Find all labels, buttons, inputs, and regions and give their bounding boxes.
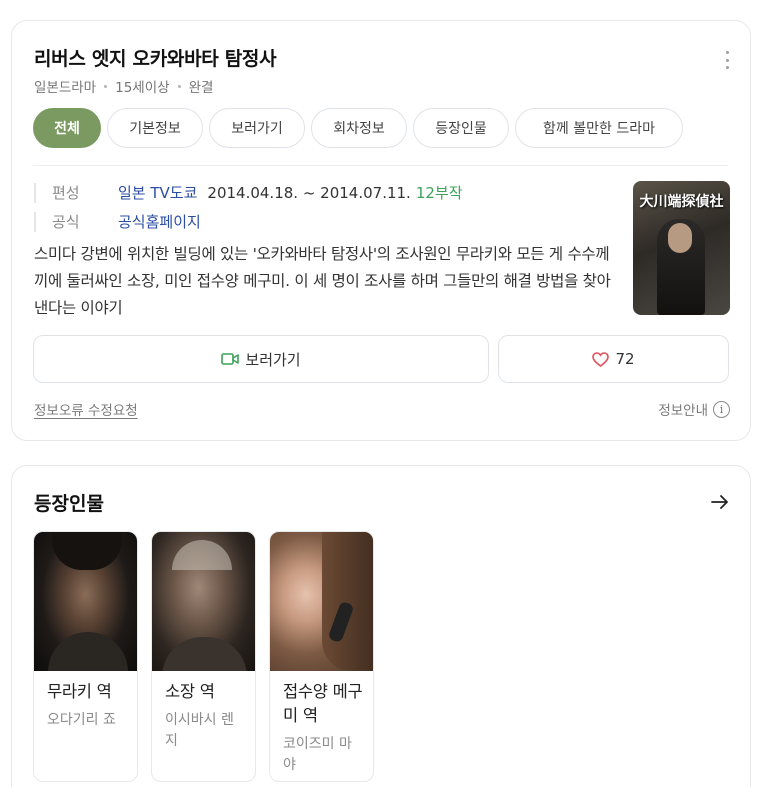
broadcast-row: 편성 일본 TV도쿄 2014.04.18. ~ 2014.07.11. 12부… (34, 182, 463, 203)
drama-title: 리버스 엣지 오카와바타 탐정사 (34, 48, 277, 70)
separator-dot (104, 84, 108, 88)
synopsis: 스미다 강변에 위치한 빌딩에 있는 '오카와바타 탐정사'의 조사원인 무라키… (34, 245, 611, 317)
like-count: 72 (615, 350, 635, 368)
broadcast-period: 2014.04.18. ~ 2014.07.11. (207, 183, 411, 202)
drama-meta: 일본드라마 15세이상 완결 (34, 76, 213, 96)
cast-item[interactable]: 소장 역 이시바시 렌지 (151, 531, 256, 782)
cast-card: 등장인물 무라키 역 오다기리 죠 소장 역 이시바시 렌지 접수양 메구미 역… (11, 465, 751, 787)
cast-photo (34, 532, 137, 671)
like-button[interactable]: 72 (498, 335, 729, 383)
cast-photo (152, 532, 255, 671)
cast-actor: 오다기리 죠 (47, 712, 116, 728)
cast-actor: 이시바시 렌지 (165, 712, 234, 749)
official-homepage-link[interactable]: 공식홈페이지 (118, 211, 201, 232)
info-guide-label: 정보안내 (658, 403, 708, 419)
tab-characters[interactable]: 등장인물 (413, 108, 509, 148)
meta-rating: 15세이상 (115, 80, 170, 96)
more-vertical-icon[interactable] (724, 51, 730, 69)
tab-recommended[interactable]: 함께 볼만한 드라마 (515, 108, 683, 148)
heart-icon (592, 351, 610, 367)
arrow-right-icon[interactable] (710, 494, 730, 510)
official-row: 공식 공식홈페이지 (34, 211, 201, 232)
cast-photo (270, 532, 373, 671)
episode-count[interactable]: 12부작 (416, 182, 463, 203)
cast-section-title: 등장인물 (34, 493, 104, 515)
poster-face (668, 223, 692, 253)
meta-genre: 일본드라마 (34, 80, 97, 96)
drama-poster[interactable]: 大川端探偵社 (633, 181, 730, 315)
watch-button-label: 보러가기 (245, 350, 301, 369)
cast-actor: 코이즈미 마야 (283, 736, 352, 773)
broadcast-network-link[interactable]: 일본 TV도쿄 (118, 182, 197, 203)
drama-info-card: 리버스 엣지 오카와바타 탐정사 일본드라마 15세이상 완결 전체 기본정보 … (11, 20, 751, 441)
cast-item[interactable]: 무라키 역 오다기리 죠 (33, 531, 138, 782)
row-bar (34, 211, 36, 232)
tab-all[interactable]: 전체 (33, 108, 101, 148)
video-camera-icon (221, 353, 240, 365)
separator-dot (177, 84, 181, 88)
cast-role: 무라키 역 (47, 682, 112, 701)
tab-watch[interactable]: 보러가기 (209, 108, 305, 148)
info-guide[interactable]: 정보안내 i (658, 399, 730, 419)
divider (33, 165, 728, 166)
cast-role: 접수양 메구미 역 (283, 682, 363, 725)
tab-episodes[interactable]: 회차정보 (311, 108, 407, 148)
tab-bar: 전체 기본정보 보러가기 회차정보 등장인물 함께 볼만한 드라마 (33, 108, 683, 148)
official-label: 공식 (52, 213, 80, 231)
tab-basic-info[interactable]: 기본정보 (107, 108, 203, 148)
info-icon: i (713, 400, 730, 418)
poster-title: 大川端探偵社 (639, 194, 724, 210)
cast-item[interactable]: 접수양 메구미 역 코이즈미 마야 (269, 531, 374, 782)
report-error-link[interactable]: 정보오류 수정요청 (34, 399, 138, 419)
meta-status: 완결 (188, 80, 214, 96)
cast-role: 소장 역 (165, 682, 215, 701)
broadcast-label: 편성 (52, 184, 80, 202)
watch-button[interactable]: 보러가기 (33, 335, 489, 383)
row-bar (34, 182, 36, 203)
